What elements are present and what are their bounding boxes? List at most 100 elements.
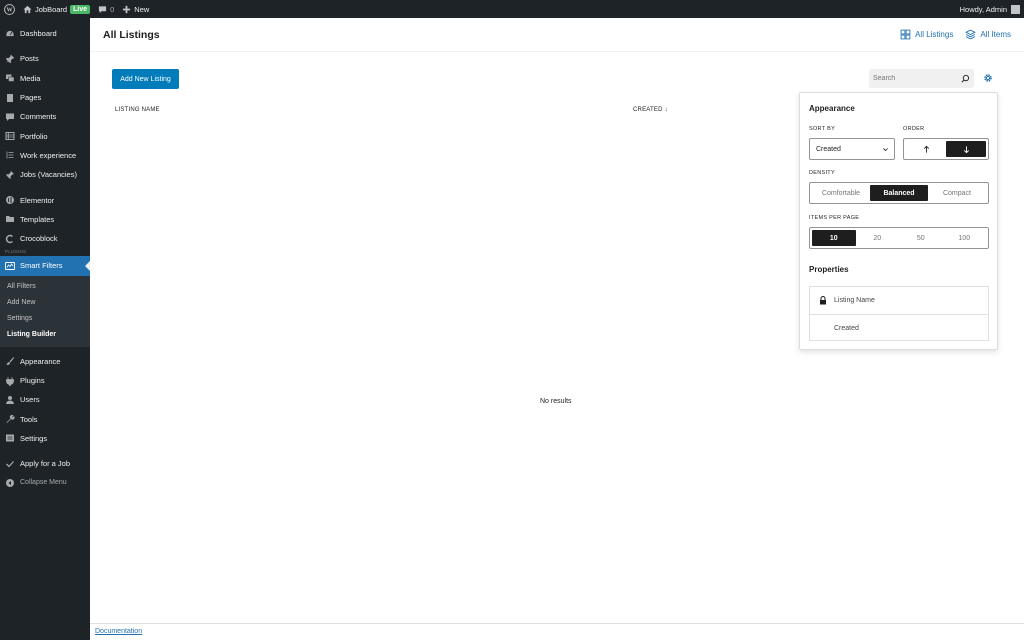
empty-state: No results (540, 398, 572, 405)
comments-link[interactable]: 0 (94, 0, 118, 18)
order-ascending-button[interactable] (906, 141, 946, 157)
page-header: All Listings All Listings All Items (90, 18, 1024, 52)
site-name: JobBoard (35, 4, 68, 14)
density-toggle: Comfortable Balanced Compact (809, 182, 989, 204)
comments-count: 0 (110, 4, 115, 14)
sidebar-item-settings[interactable]: Settings (0, 429, 90, 448)
live-badge: Live (70, 4, 91, 14)
sidebar-item-dashboard[interactable]: Dashboard (0, 24, 90, 43)
sidebar-item-apply-job[interactable]: Apply for a Job (0, 454, 90, 473)
properties-list: Listing Name Created (809, 286, 989, 341)
sidebar-item-appearance[interactable]: Appearance (0, 352, 90, 371)
add-new-listing-button[interactable]: Add New Listing (112, 69, 179, 89)
sidebar-item-users[interactable]: Users (0, 390, 90, 409)
sidebar-item-media[interactable]: Media (0, 69, 90, 88)
sidebar-item-portfolio[interactable]: Portfolio (0, 126, 90, 145)
collapse-menu-button[interactable]: Collapse Menu (0, 473, 90, 492)
density-label: DENSITY (809, 170, 835, 176)
items-per-page-50[interactable]: 50 (899, 230, 943, 246)
admin-sidebar: Dashboard Posts Media Pages Comments Por… (0, 18, 90, 640)
density-balanced[interactable]: Balanced (870, 185, 928, 201)
sidebar-item-tools[interactable]: Tools (0, 409, 90, 428)
documentation-link[interactable]: Documentation (95, 628, 142, 635)
order-toggle (903, 138, 989, 160)
grid-icon (900, 29, 911, 40)
column-header-created[interactable]: CREATED ↓ (633, 107, 668, 113)
sidebar-item-elementor[interactable]: Elementor (0, 190, 90, 209)
all-items-link[interactable]: All Items (965, 29, 1011, 40)
list-icon (5, 150, 15, 160)
smart-filters-submenu: All Filters Add New Settings Listing Bui… (0, 275, 90, 347)
property-created[interactable]: Created (810, 314, 988, 341)
comment-icon (99, 5, 107, 13)
plugins-separator-label: PLUGINS (5, 249, 27, 255)
plugin-icon (5, 376, 15, 386)
new-content-link[interactable]: New (118, 0, 153, 18)
new-label: New (134, 4, 150, 14)
items-per-page-100[interactable]: 100 (943, 230, 987, 246)
all-listings-link[interactable]: All Listings (900, 29, 953, 40)
submenu-listing-builder[interactable]: Listing Builder (0, 327, 90, 343)
comment-icon (5, 112, 15, 122)
search-box (869, 69, 974, 88)
checkmark-icon (5, 459, 15, 469)
items-per-page-label: ITEMS PER PAGE (809, 215, 860, 221)
arrow-down-icon (963, 145, 969, 153)
media-icon (5, 73, 15, 83)
sort-by-select[interactable]: Created (809, 138, 895, 160)
site-name-link[interactable]: JobBoard Live (19, 0, 94, 18)
jobs-icon (5, 170, 15, 180)
svg-text:W: W (6, 7, 12, 13)
sidebar-item-comments[interactable]: Comments (0, 107, 90, 126)
pin-icon (5, 54, 15, 64)
sidebar-item-posts[interactable]: Posts (0, 49, 90, 68)
search-input[interactable] (873, 75, 958, 82)
smart-filters-icon (5, 261, 15, 271)
my-account[interactable]: Howdy, Admin (959, 4, 1024, 14)
sidebar-item-work-experience[interactable]: Work experience (0, 146, 90, 165)
sidebar-item-pages[interactable]: Pages (0, 88, 90, 107)
sidebar-item-templates[interactable]: Templates (0, 210, 90, 229)
submenu-add-new[interactable]: Add New (0, 295, 90, 311)
submenu-settings[interactable]: Settings (0, 311, 90, 327)
portfolio-icon (5, 131, 15, 141)
view-options-popover: Appearance SORT BY ORDER Created DENSITY… (799, 92, 998, 350)
sidebar-item-smart-filters[interactable]: Smart Filters (0, 256, 90, 276)
home-icon (23, 5, 32, 13)
page-icon (5, 93, 15, 103)
dashboard-icon (5, 29, 15, 39)
avatar (1011, 4, 1020, 14)
search-icon[interactable] (961, 74, 970, 83)
order-label: ORDER (903, 126, 925, 132)
folder-icon (5, 214, 15, 224)
arrow-up-icon (923, 145, 929, 153)
items-per-page-10[interactable]: 10 (812, 230, 856, 246)
items-per-page-20[interactable]: 20 (856, 230, 900, 246)
order-descending-button[interactable] (946, 141, 986, 157)
brush-icon (5, 356, 15, 366)
sidebar-item-plugins[interactable]: Plugins (0, 371, 90, 390)
column-header-listing-name[interactable]: LISTING NAME (115, 107, 160, 113)
items-per-page-toggle: 10 20 50 100 (809, 227, 989, 249)
density-comfortable[interactable]: Comfortable (812, 185, 870, 201)
wrench-icon (5, 414, 15, 424)
sidebar-item-jobs[interactable]: Jobs (Vacancies) (0, 165, 90, 184)
howdy-text: Howdy, Admin (959, 4, 1007, 14)
submenu-all-filters[interactable]: All Filters (0, 279, 90, 295)
footer: Documentation (90, 623, 1024, 640)
wordpress-logo-icon[interactable]: W (0, 0, 19, 18)
page-title: All Listings (103, 28, 160, 41)
sort-by-label: SORT BY (809, 126, 836, 132)
lock-icon (819, 296, 827, 305)
layers-icon (965, 29, 977, 40)
density-compact[interactable]: Compact (928, 185, 986, 201)
appearance-heading: Appearance (809, 104, 855, 113)
plus-icon (123, 5, 131, 13)
properties-heading: Properties (809, 265, 849, 274)
property-listing-name: Listing Name (810, 287, 988, 314)
crocoblock-icon (5, 234, 15, 244)
gear-icon[interactable] (983, 73, 993, 83)
admin-bar: W JobBoard Live 0 New Howdy, Admin (0, 0, 1024, 18)
collapse-icon (5, 478, 15, 488)
sidebar-item-crocoblock[interactable]: Crocoblock (0, 229, 90, 248)
